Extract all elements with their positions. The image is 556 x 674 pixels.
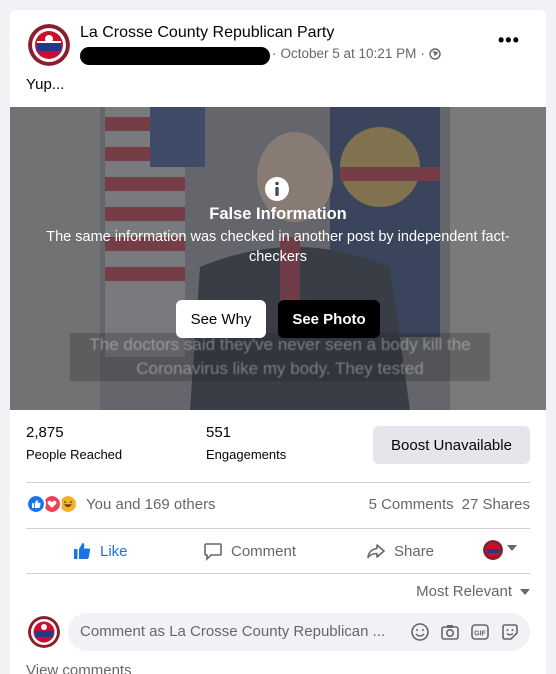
like-reaction-icon — [26, 494, 46, 514]
meta-separator: · — [272, 46, 277, 61]
comment-label: Comment — [231, 542, 297, 560]
post-text: Yup... — [26, 76, 65, 93]
engagements-stat[interactable]: 551 Engagements — [206, 424, 286, 462]
divider — [26, 482, 530, 483]
camera-icon[interactable] — [440, 622, 460, 642]
meta-separator-2: · — [420, 46, 425, 61]
post-meta: · October 5 at 10:21 PM · — [272, 46, 441, 61]
see-why-button[interactable]: See Why — [176, 300, 266, 338]
share-icon — [367, 544, 385, 559]
reactions-summary[interactable]: You and 169 others — [26, 494, 216, 514]
boost-unavailable-button[interactable]: Boost Unavailable — [373, 426, 530, 464]
commenter-avatar[interactable] — [28, 616, 60, 648]
post-card: La Crosse County Republican Party · Octo… — [10, 10, 546, 674]
people-reached-value: 2,875 — [26, 424, 64, 441]
more-options-icon[interactable]: ••• — [498, 31, 522, 49]
page-name-link[interactable]: La Crosse County Republican Party — [80, 24, 334, 42]
globe-icon — [429, 47, 441, 60]
warning-title: False Information — [209, 205, 347, 223]
emoji-icon[interactable] — [410, 622, 430, 642]
people-reached-label: People Reached — [26, 447, 123, 462]
redaction-bar — [80, 47, 270, 65]
comment-button[interactable]: Comment — [203, 538, 296, 564]
gif-icon[interactable]: GIF — [470, 622, 490, 642]
like-button[interactable]: Like — [72, 538, 128, 564]
info-icon — [265, 177, 289, 201]
svg-text:GIF: GIF — [474, 631, 486, 638]
comment-tools: GIF — [410, 622, 520, 642]
divider — [26, 528, 530, 529]
chevron-down-icon — [520, 588, 530, 595]
engagements-value: 551 — [206, 424, 232, 441]
chevron-down-icon[interactable] — [507, 545, 517, 551]
video-caption: The doctors said they've never seen a bo… — [70, 333, 490, 381]
warning-body: The same information was checked in anot… — [46, 229, 510, 265]
comment-sort-dropdown[interactable]: Most Relevant — [416, 583, 530, 600]
comments-count[interactable]: 5 Comments — [369, 496, 454, 513]
sort-label: Most Relevant — [416, 583, 512, 600]
like-label: Like — [100, 542, 128, 560]
people-reached-stat[interactable]: 2,875 People Reached — [26, 424, 122, 462]
divider — [26, 573, 530, 574]
thumbs-up-icon — [74, 543, 91, 559]
engagement-counts: 5 Comments 27 Shares — [369, 496, 530, 513]
comment-input[interactable]: Comment as La Crosse County Republican .… — [68, 613, 530, 651]
post-as-avatar[interactable] — [483, 540, 503, 560]
comment-placeholder: Comment as La Crosse County Republican .… — [80, 623, 386, 640]
post-media[interactable]: False Information The same information w… — [10, 107, 546, 410]
page-avatar[interactable] — [28, 24, 70, 66]
comment-icon — [204, 543, 222, 561]
view-comments-link[interactable]: View comments — [26, 662, 132, 674]
share-button[interactable]: Share — [366, 538, 434, 564]
reactions-text: You and 169 others — [86, 495, 216, 513]
share-label: Share — [394, 542, 435, 560]
see-photo-button[interactable]: See Photo — [278, 300, 380, 338]
post-timestamp[interactable]: October 5 at 10:21 PM — [281, 46, 417, 61]
sticker-icon[interactable] — [500, 622, 520, 642]
engagements-label: Engagements — [206, 447, 287, 462]
shares-count[interactable]: 27 Shares — [462, 496, 530, 513]
